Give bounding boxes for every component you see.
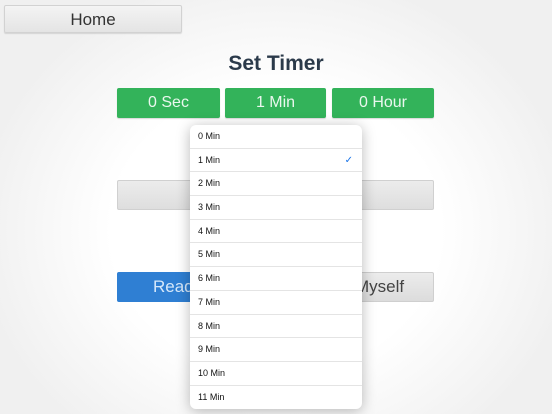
picker-option[interactable]: 3 Min — [190, 196, 362, 220]
minutes-selector[interactable]: 1 Min — [225, 88, 326, 118]
picker-option[interactable]: 8 Min — [190, 315, 362, 339]
home-button[interactable]: Home — [4, 5, 182, 33]
option-label: 11 Min — [198, 391, 225, 402]
option-label: 9 Min — [198, 344, 221, 355]
picker-option[interactable]: 0 Min — [190, 125, 362, 149]
picker-option[interactable]: 9 Min — [190, 338, 362, 362]
picker-option[interactable]: 5 Min — [190, 243, 362, 268]
seconds-selector[interactable]: 0 Sec — [117, 88, 220, 118]
option-label: 3 Min — [198, 202, 221, 213]
checkmark-icon: ✓ — [344, 154, 353, 166]
picker-option[interactable]: 2 Min — [190, 172, 362, 197]
page-title: Set Timer — [228, 52, 324, 75]
picker-option-selected[interactable]: 1 Min ✓ — [190, 149, 362, 173]
picker-option[interactable]: 7 Min — [190, 291, 362, 315]
minutes-picker-popover: 0 Min 1 Min ✓ 2 Min 3 Min 4 Min 5 Min 6 M… — [190, 125, 362, 409]
picker-option[interactable]: 4 Min — [190, 220, 362, 244]
option-label: 5 Min — [198, 249, 221, 260]
option-label: 6 Min — [198, 273, 221, 284]
app-screen: Home Set Timer 0 Sec 1 Min 0 Hour Read M… — [0, 0, 552, 414]
option-label: 8 Min — [198, 320, 221, 331]
picker-option[interactable]: 6 Min — [190, 267, 362, 291]
option-label: 0 Min — [198, 131, 221, 141]
picker-option[interactable]: 11 Min — [190, 386, 362, 409]
option-label: 4 Min — [198, 225, 221, 236]
option-label: 1 Min — [198, 154, 221, 165]
option-label: 7 Min — [198, 296, 221, 307]
picker-option[interactable]: 10 Min — [190, 362, 362, 386]
hours-selector[interactable]: 0 Hour — [332, 88, 434, 118]
option-label: 10 Min — [198, 367, 226, 378]
option-label: 2 Min — [198, 178, 221, 189]
